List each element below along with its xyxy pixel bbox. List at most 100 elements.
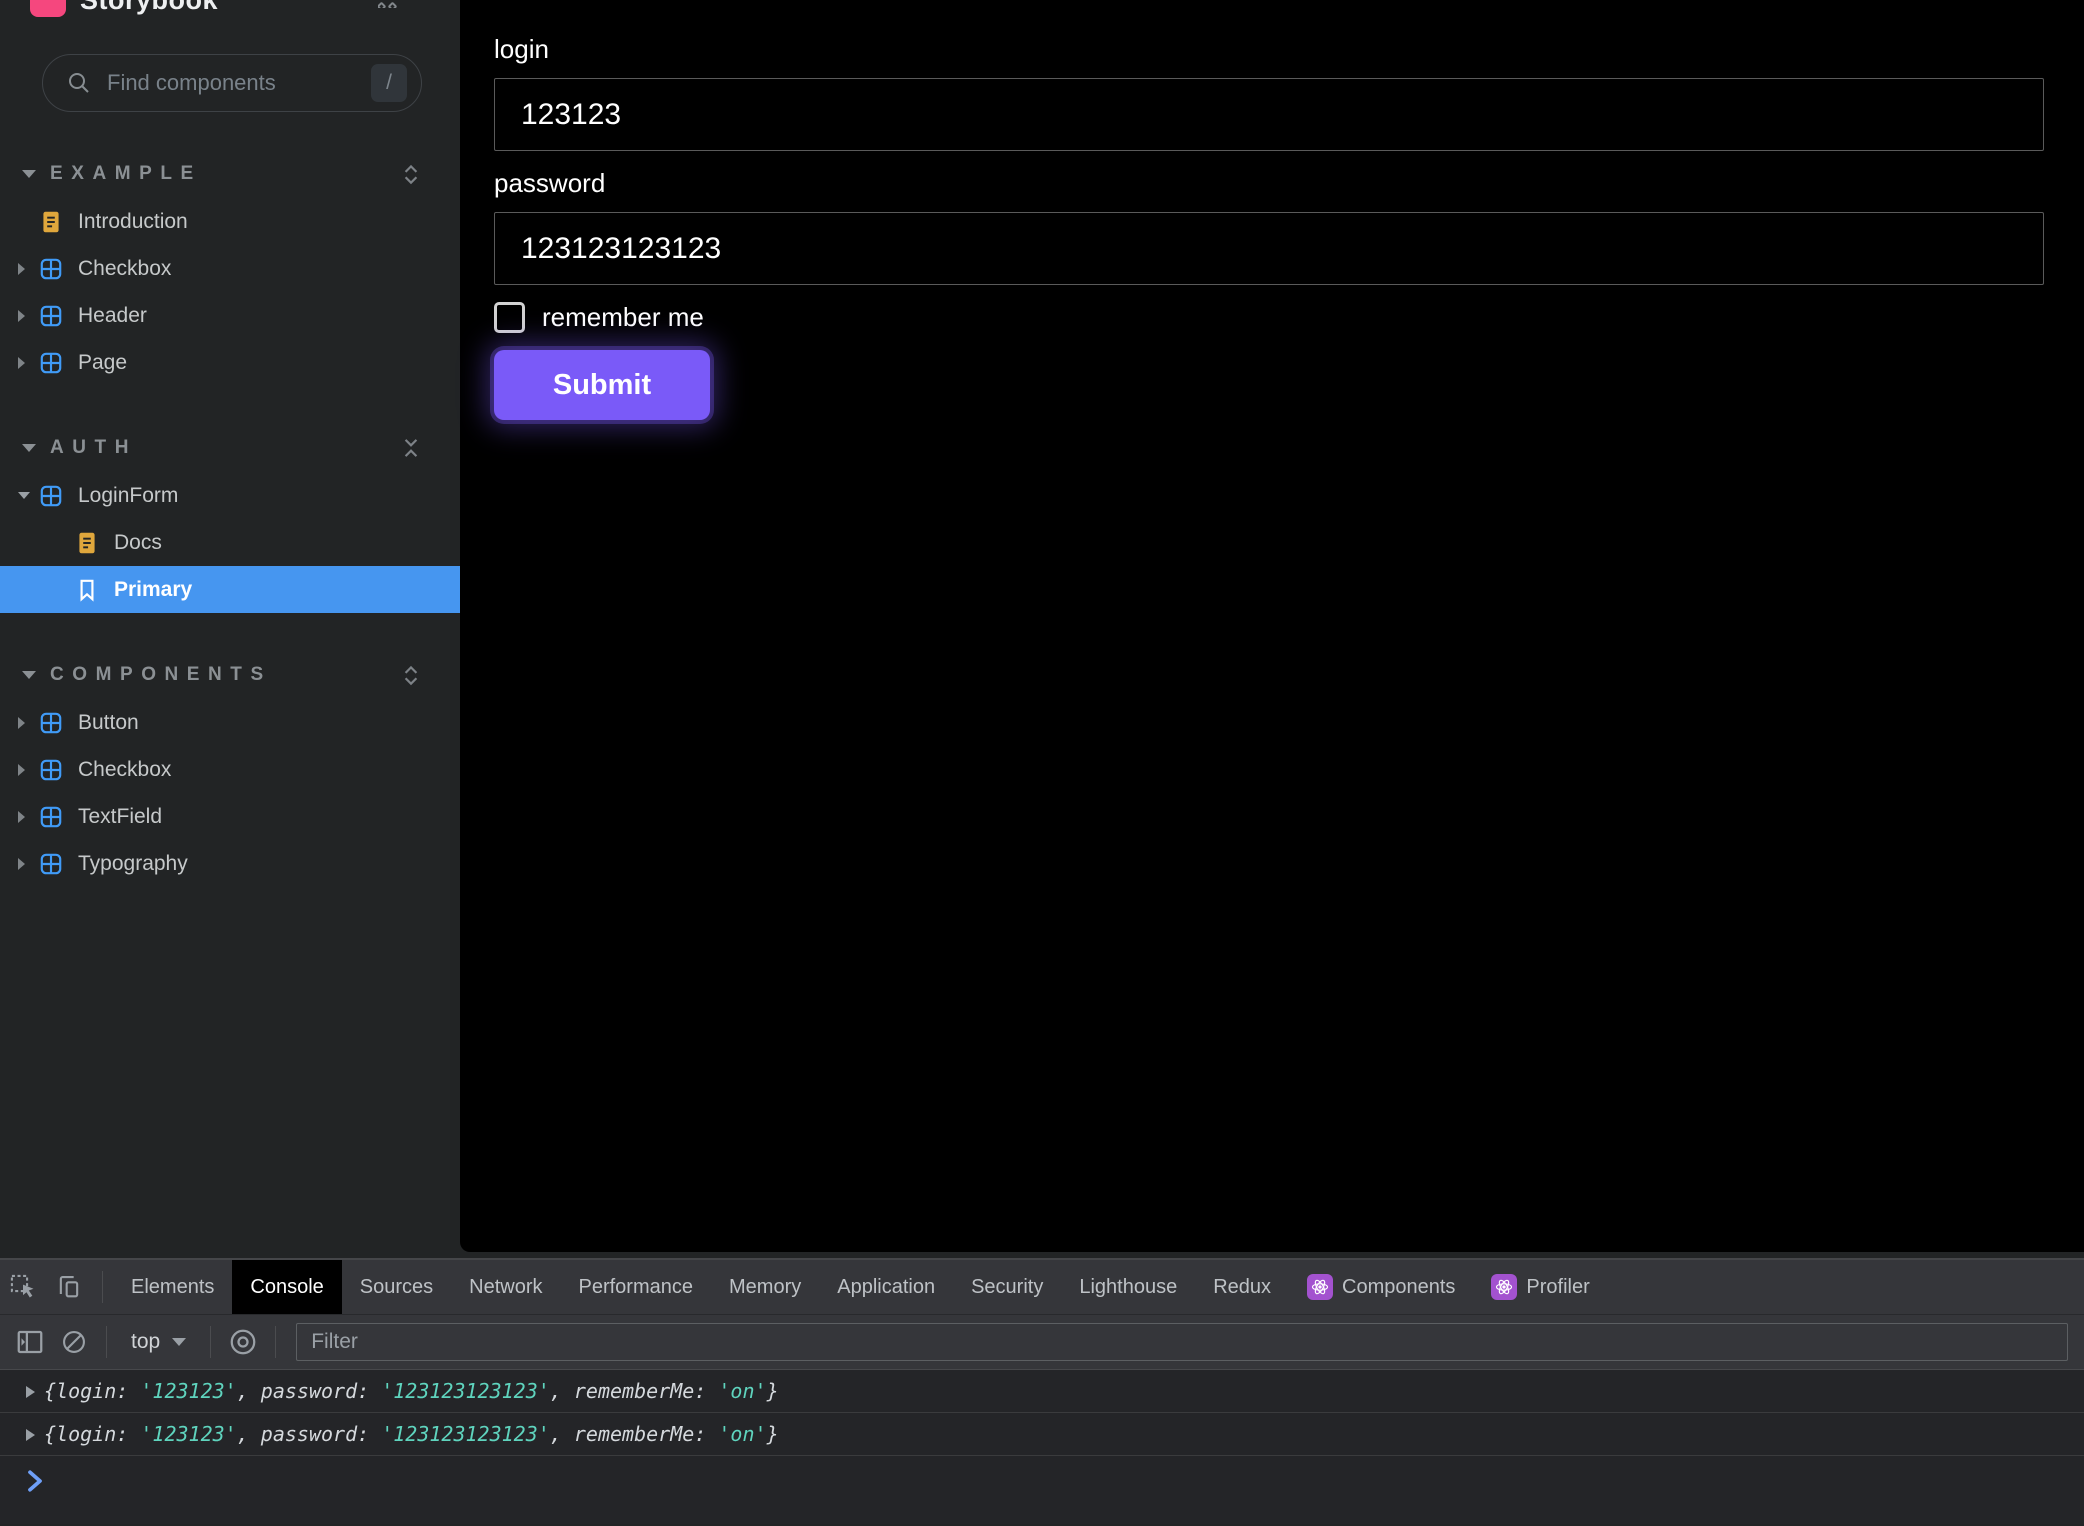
sidebar-item-loginform[interactable]: LoginForm bbox=[0, 472, 460, 519]
login-form: login password remember me Submit bbox=[494, 34, 2044, 420]
sidebar-item-label: Button bbox=[78, 711, 139, 735]
sidebar-item-primary-selected[interactable]: Primary bbox=[0, 566, 460, 613]
doc-icon bbox=[38, 209, 64, 235]
clear-console-button[interactable] bbox=[52, 1328, 96, 1356]
tab-application[interactable]: Application bbox=[819, 1260, 953, 1314]
chevron-right-icon bbox=[18, 858, 25, 870]
console-message-text: {login: '123123', password: '12312312312… bbox=[44, 1379, 779, 1403]
tab-redux[interactable]: Redux bbox=[1195, 1260, 1289, 1314]
storybook-sidebar: Storybook Find components / EXAMPLE bbox=[0, 0, 460, 1258]
show-console-sidebar-button[interactable] bbox=[8, 1327, 52, 1357]
javascript-context-dropdown[interactable]: top bbox=[117, 1330, 200, 1354]
console-message[interactable]: {login: '123123', password: '12312312312… bbox=[0, 1413, 2084, 1456]
tab-performance[interactable]: Performance bbox=[561, 1260, 712, 1314]
login-input[interactable] bbox=[494, 78, 2044, 151]
section-header-auth[interactable]: AUTH bbox=[0, 424, 460, 472]
bookmark-icon bbox=[74, 577, 100, 603]
section-header-components[interactable]: COMPONENTS bbox=[0, 651, 460, 699]
toggle-device-toolbar-button[interactable] bbox=[46, 1260, 92, 1314]
password-input[interactable] bbox=[494, 212, 2044, 285]
search-placeholder: Find components bbox=[107, 70, 371, 96]
devtools-panel: Elements Console Sources Network Perform… bbox=[0, 1258, 2084, 1524]
console-sidebar-icon bbox=[15, 1327, 45, 1357]
sidebar-item-introduction[interactable]: Introduction bbox=[0, 198, 460, 245]
devtools-tabbar: Elements Console Sources Network Perform… bbox=[0, 1260, 2084, 1314]
section-title: EXAMPLE bbox=[50, 163, 398, 185]
sidebar-item-checkbox-example[interactable]: Checkbox bbox=[0, 245, 460, 292]
console-toolbar: top bbox=[0, 1314, 2084, 1370]
component-icon bbox=[38, 350, 64, 376]
sidebar-item-page[interactable]: Page bbox=[0, 339, 460, 386]
prompt-chevron-icon bbox=[20, 1466, 50, 1496]
brand-row: Storybook bbox=[30, 0, 430, 20]
chevron-down-icon bbox=[22, 170, 36, 178]
remember-me-row: remember me bbox=[494, 302, 2044, 333]
context-value: top bbox=[131, 1330, 160, 1354]
tab-react-profiler[interactable]: Profiler bbox=[1473, 1260, 1607, 1314]
section-example: EXAMPLE Introduction Checkbox bbox=[0, 150, 460, 386]
react-icon bbox=[1307, 1274, 1333, 1300]
chevron-right-icon bbox=[18, 811, 25, 823]
brand-name: Storybook bbox=[80, 0, 218, 16]
inspect-cursor-icon bbox=[9, 1273, 37, 1301]
component-icon bbox=[38, 710, 64, 736]
sidebar-item-button[interactable]: Button bbox=[0, 699, 460, 746]
login-label: login bbox=[494, 34, 2044, 65]
tab-sources[interactable]: Sources bbox=[342, 1260, 451, 1314]
inspect-element-button[interactable] bbox=[0, 1260, 46, 1314]
sidebar-item-textfield[interactable]: TextField bbox=[0, 793, 460, 840]
toolbar-separator bbox=[106, 1326, 107, 1358]
expand-all-icon[interactable] bbox=[398, 161, 424, 187]
component-icon bbox=[38, 851, 64, 877]
section-header-example[interactable]: EXAMPLE bbox=[0, 150, 460, 198]
component-icon bbox=[38, 757, 64, 783]
collapse-all-icon[interactable] bbox=[398, 435, 424, 461]
doc-icon bbox=[74, 530, 100, 556]
chevron-down-icon bbox=[18, 492, 30, 499]
tab-lighthouse[interactable]: Lighthouse bbox=[1061, 1260, 1195, 1314]
section-title: COMPONENTS bbox=[50, 664, 398, 686]
section-title: AUTH bbox=[50, 437, 398, 459]
sidebar-item-checkbox-components[interactable]: Checkbox bbox=[0, 746, 460, 793]
console-prompt[interactable] bbox=[0, 1456, 2084, 1526]
search-input[interactable]: Find components / bbox=[42, 54, 422, 112]
sidebar-item-typography[interactable]: Typography bbox=[0, 840, 460, 887]
console-message-text: {login: '123123', password: '12312312312… bbox=[44, 1422, 779, 1446]
chevron-down-icon bbox=[22, 444, 36, 452]
console-message[interactable]: {login: '123123', password: '12312312312… bbox=[0, 1370, 2084, 1413]
tab-elements[interactable]: Elements bbox=[113, 1260, 232, 1314]
sidebar-item-label: Page bbox=[78, 351, 127, 375]
tab-network[interactable]: Network bbox=[451, 1260, 560, 1314]
chevron-right-icon bbox=[18, 717, 25, 729]
submit-button[interactable]: Submit bbox=[494, 350, 710, 420]
sidebar-item-label: Primary bbox=[114, 578, 192, 602]
live-expression-button[interactable] bbox=[221, 1327, 265, 1357]
search-icon bbox=[67, 71, 91, 95]
component-icon bbox=[38, 256, 64, 282]
chevron-right-icon bbox=[18, 310, 25, 322]
sidebar-item-label: Checkbox bbox=[78, 257, 171, 281]
expand-object-icon[interactable] bbox=[26, 1429, 35, 1441]
device-toolbar-icon bbox=[55, 1273, 83, 1301]
expand-object-icon[interactable] bbox=[26, 1386, 35, 1398]
tab-console[interactable]: Console bbox=[232, 1260, 341, 1314]
chevron-down-icon bbox=[172, 1338, 186, 1346]
sidebar-item-docs[interactable]: Docs bbox=[0, 519, 460, 566]
component-icon bbox=[38, 303, 64, 329]
console-filter-input[interactable] bbox=[296, 1323, 2068, 1361]
sidebar-item-header[interactable]: Header bbox=[0, 292, 460, 339]
chevron-right-icon bbox=[18, 764, 25, 776]
brand[interactable]: Storybook bbox=[30, 0, 218, 20]
tab-memory[interactable]: Memory bbox=[711, 1260, 819, 1314]
chevron-right-icon bbox=[18, 263, 25, 275]
expand-all-icon[interactable] bbox=[398, 662, 424, 688]
tab-security[interactable]: Security bbox=[953, 1260, 1061, 1314]
sidebar-item-label: Introduction bbox=[78, 210, 188, 234]
toolbar-separator bbox=[102, 1271, 103, 1303]
tab-react-components[interactable]: Components bbox=[1289, 1260, 1473, 1314]
remember-me-checkbox[interactable] bbox=[494, 302, 525, 333]
sidebar-item-label: Docs bbox=[114, 531, 162, 555]
chevron-down-icon bbox=[22, 671, 36, 679]
sidebar-menu-icon[interactable] bbox=[378, 0, 400, 8]
chevron-right-icon bbox=[18, 357, 25, 369]
